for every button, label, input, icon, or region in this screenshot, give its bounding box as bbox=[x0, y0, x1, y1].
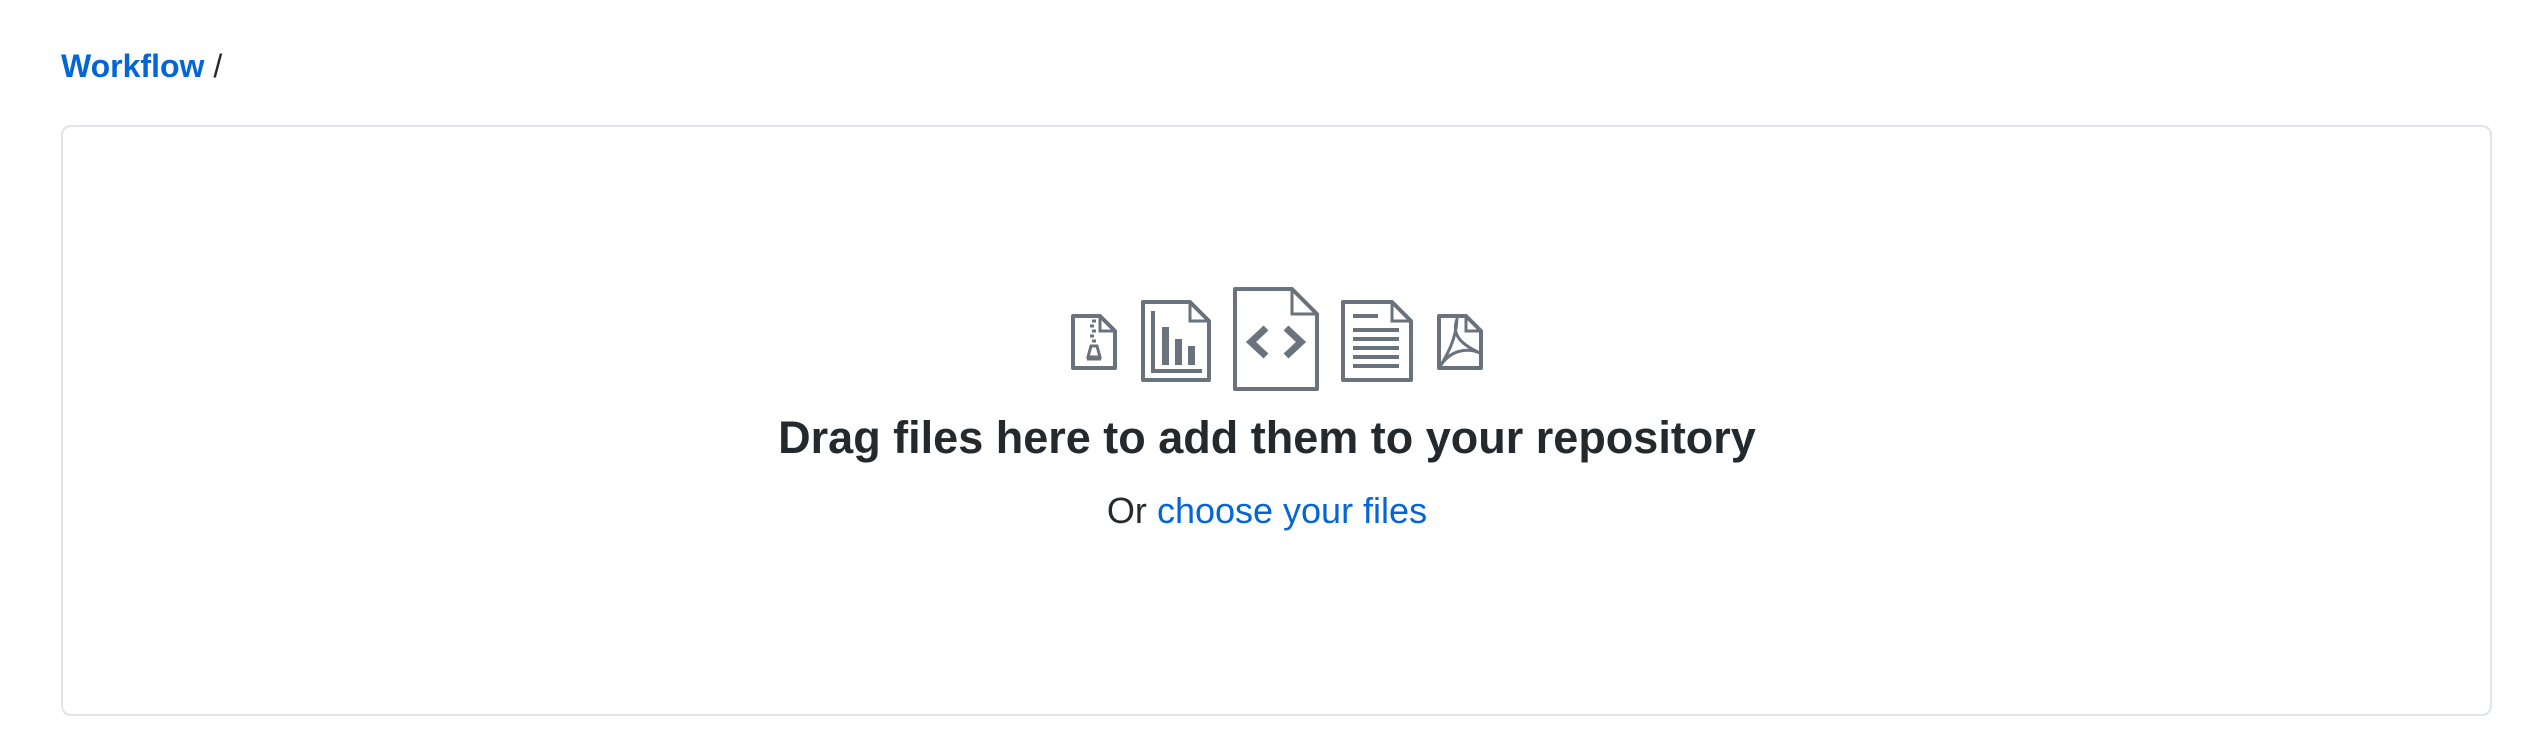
file-type-icons bbox=[1070, 286, 1484, 392]
breadcrumb-repo-link[interactable]: Workflow bbox=[61, 44, 204, 88]
choose-prefix: Or bbox=[1106, 490, 1147, 531]
choose-files-link[interactable]: choose your files bbox=[1157, 490, 1427, 531]
breadcrumb-separator: / bbox=[213, 48, 223, 84]
pdf-file-icon bbox=[1437, 314, 1483, 370]
breadcrumb: Workflow / bbox=[61, 44, 222, 88]
page: Workflow / Drag files here to add them t… bbox=[0, 0, 2534, 754]
code-file-icon bbox=[1233, 287, 1319, 391]
text-file-icon bbox=[1341, 300, 1413, 382]
file-zip-icon bbox=[1071, 314, 1117, 370]
dropzone-headline: Drag files here to add them to your repo… bbox=[778, 412, 1756, 463]
dropzone-subline: Or choose your files bbox=[0, 486, 2534, 536]
graph-file-icon bbox=[1141, 300, 1211, 382]
